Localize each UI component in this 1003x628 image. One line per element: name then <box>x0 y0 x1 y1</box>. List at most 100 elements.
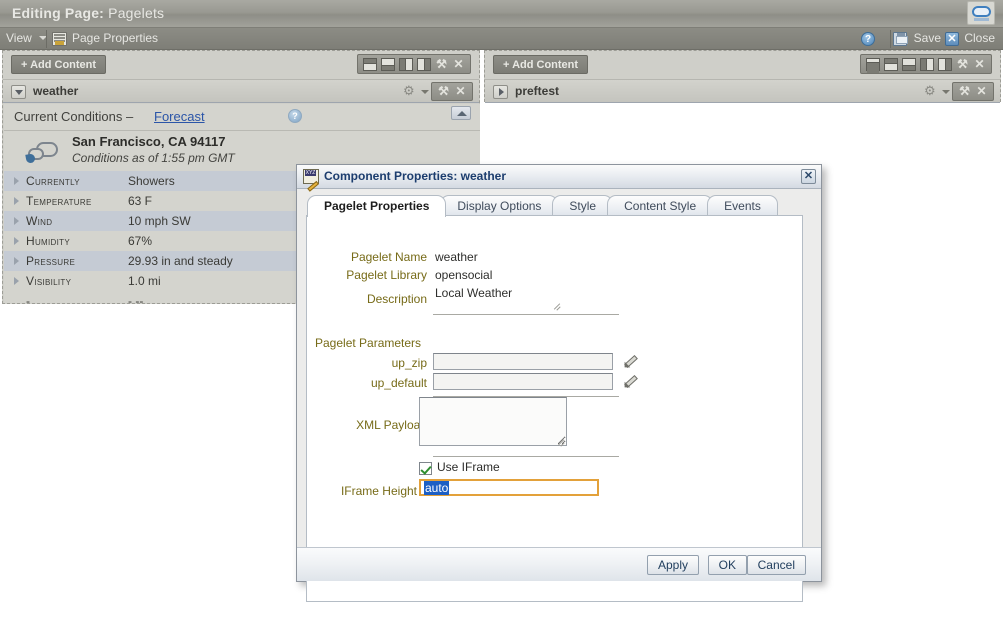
dialog-tab-style[interactable]: Style <box>552 195 614 217</box>
wrench-icon-weather[interactable]: ⚒ <box>437 85 450 98</box>
gear-chevron-down-icon-preftest[interactable] <box>942 90 950 94</box>
up-zip-label: up_zip <box>391 356 427 370</box>
menu-divider <box>46 30 47 48</box>
layout-split-bottom-icon-r[interactable] <box>902 57 916 71</box>
expand-arrow-icon[interactable] <box>14 237 19 245</box>
portlet-title-weather: weather <box>33 84 79 98</box>
xml-payload-resize-grip[interactable] <box>556 436 565 445</box>
weather-row-value: 29.93 in and steady <box>128 254 233 268</box>
dialog-tab-events[interactable]: Events <box>707 195 778 217</box>
dialog-tab-pagelet-properties[interactable]: Pagelet Properties <box>307 195 447 217</box>
cloud-rain-icon <box>24 140 66 166</box>
close-icon[interactable]: ✕ <box>945 32 959 46</box>
layout-split-right-icon[interactable] <box>417 57 431 71</box>
portlet-title-preftest: preftest <box>515 84 560 98</box>
close-icon-right[interactable]: ✕ <box>973 57 986 71</box>
weather-row-partial-value: - -- <box>128 294 144 303</box>
xml-payload-textarea[interactable] <box>419 397 567 446</box>
weather-row-label: Visibility <box>26 274 72 288</box>
expand-arrow-icon[interactable] <box>14 197 19 205</box>
dialog-title-bar: XYZ Component Properties: weather ✕ <box>297 165 821 192</box>
description-resize-grip[interactable] <box>552 300 561 309</box>
iframe-height-input[interactable]: auto <box>419 479 599 496</box>
expand-arrow-icon[interactable] <box>14 277 19 285</box>
current-conditions-label: Current Conditions – <box>14 109 134 124</box>
page-properties-button[interactable]: Page Properties <box>72 31 158 45</box>
up-default-edit-pencil-icon[interactable] <box>622 374 636 388</box>
apply-button[interactable]: Apply <box>646 555 699 575</box>
layout-split-bottom-icon[interactable] <box>381 57 395 71</box>
portlet-collapse-toggle-weather[interactable] <box>11 85 26 99</box>
weather-row-partial-label: - <box>26 294 31 303</box>
page-body: + Add Content ⚒ ✕ weather ⚙ ⚒ ✕ Current … <box>0 50 1003 628</box>
monitor-stand-shape <box>974 18 989 21</box>
up-zip-edit-pencil-icon[interactable] <box>622 354 636 368</box>
gear-icon-preftest[interactable]: ⚙ <box>924 84 938 98</box>
dialog-tab-display-options[interactable]: Display Options <box>440 195 559 217</box>
cancel-button[interactable]: Cancel <box>746 555 806 575</box>
save-icon[interactable] <box>893 32 908 46</box>
raindrop-shape <box>25 153 36 164</box>
layout-split-top-icon[interactable] <box>363 57 377 71</box>
weather-row-value: Showers <box>128 174 175 188</box>
save-button[interactable]: Save <box>914 31 941 45</box>
right-column-toolbar: + Add Content ⚒ ✕ <box>485 51 1000 79</box>
pagelet-library-value: opensocial <box>435 268 493 282</box>
layout-add-box-icon[interactable] <box>866 57 880 73</box>
weather-row-label: Temperature <box>26 194 92 208</box>
add-content-button-right[interactable]: + Add Content <box>493 55 589 74</box>
scroll-up-button[interactable] <box>451 106 471 120</box>
weather-location-name: San Francisco, CA 94117 <box>72 134 226 149</box>
portlet-expand-toggle-preftest[interactable] <box>493 85 508 99</box>
expand-arrow-icon[interactable] <box>14 217 19 225</box>
wrench-icon-left[interactable]: ⚒ <box>435 57 448 71</box>
view-menu[interactable]: View <box>6 31 48 45</box>
remove-icon-preftest[interactable]: ✕ <box>975 85 988 98</box>
help-icon[interactable]: ? <box>861 32 875 46</box>
gear-icon-weather[interactable]: ⚙ <box>403 84 417 98</box>
pagelet-parameters-label: Pagelet Parameters <box>315 336 422 350</box>
portlet-tools-preftest: ⚒ ✕ <box>952 82 994 101</box>
gear-chevron-down-icon-weather[interactable] <box>421 90 429 94</box>
close-button[interactable]: Close <box>964 31 995 45</box>
iframe-height-label: IFrame Height <box>340 484 417 498</box>
right-column-panel: + Add Content ⚒ ✕ preftest ⚙ ⚒ ✕ <box>484 50 1001 103</box>
add-content-button-left[interactable]: + Add Content <box>11 55 107 74</box>
page-properties-icon[interactable] <box>52 32 67 46</box>
up-zip-input[interactable] <box>433 353 613 370</box>
dialog-close-button[interactable]: ✕ <box>801 169 816 184</box>
pagelet-name-label: Pagelet Name <box>350 250 427 264</box>
weather-row-value: 67% <box>128 234 153 248</box>
up-default-input[interactable] <box>433 373 613 390</box>
weather-row-label: Currently <box>26 174 80 188</box>
ok-button[interactable]: OK <box>707 555 747 575</box>
use-iframe-checkbox[interactable] <box>419 462 432 475</box>
application-root: Editing Page: Pagelets View Page Propert… <box>0 0 1003 628</box>
forecast-link[interactable]: Forecast <box>154 109 205 124</box>
weather-help-icon[interactable]: ? <box>288 109 302 123</box>
wrench-icon-preftest[interactable]: ⚒ <box>958 85 971 98</box>
layout-split-right-icon-r[interactable] <box>938 57 952 71</box>
view-menu-label: View <box>6 31 32 45</box>
portlet-header-preftest: preftest ⚙ ⚒ ✕ <box>485 79 1000 103</box>
dialog-tab-bar: Pagelet Properties Display Options Style Co… <box>297 195 821 217</box>
dialog-content-panel: Pagelet Name weather Pagelet Library ope… <box>306 215 803 602</box>
iframe-height-value: auto <box>424 481 450 495</box>
left-column-toolbar: + Add Content ⚒ ✕ <box>3 51 479 79</box>
weather-row-label: Humidity <box>26 234 70 248</box>
remove-icon-weather[interactable]: ✕ <box>454 85 467 98</box>
expand-arrow-icon[interactable] <box>14 257 19 265</box>
wrench-icon-right[interactable]: ⚒ <box>956 57 969 71</box>
expand-arrow-icon[interactable] <box>14 177 19 185</box>
description-underline <box>433 314 619 315</box>
layout-split-left-icon[interactable] <box>399 57 413 71</box>
component-properties-dialog: XYZ Component Properties: weather ✕ Page… <box>296 164 822 602</box>
dialog-title: Component Properties: weather <box>324 169 507 183</box>
close-icon-left[interactable]: ✕ <box>452 57 465 71</box>
layout-split-top-icon-r[interactable] <box>884 57 898 71</box>
page-title-prefix: Editing Page: <box>12 5 105 21</box>
dialog-tab-content-style[interactable]: Content Style <box>607 195 714 217</box>
left-layout-icon-strip: ⚒ ✕ <box>357 54 471 74</box>
up-default-label: up_default <box>370 376 427 390</box>
layout-split-left-icon-r[interactable] <box>920 57 934 71</box>
